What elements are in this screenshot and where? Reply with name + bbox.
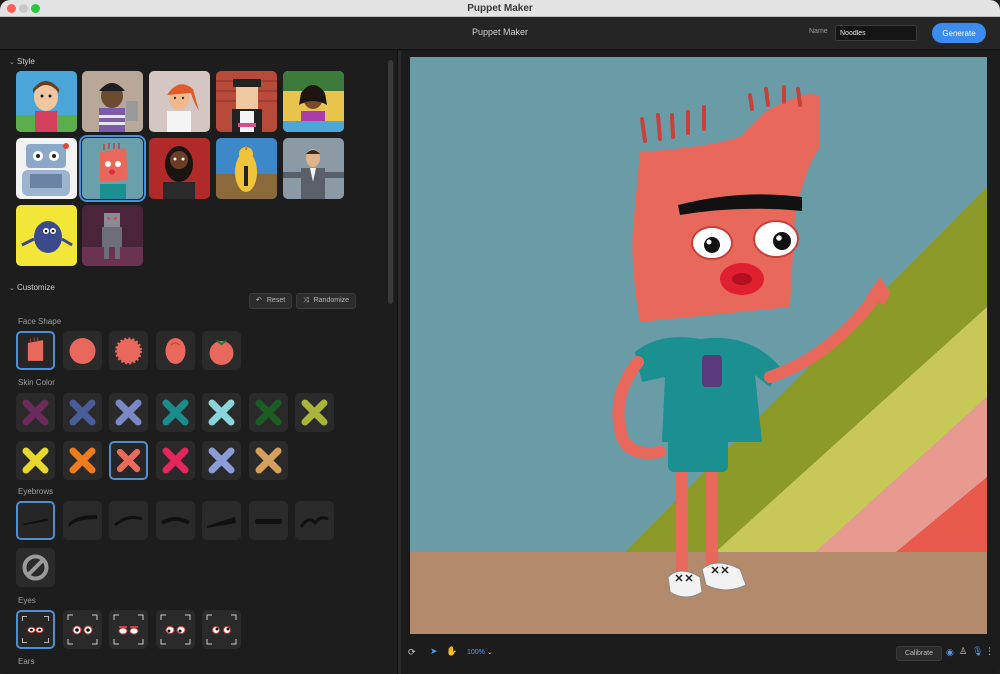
face-shape-option-tomato[interactable]: [202, 331, 241, 370]
title-bar: Puppet Maker: [0, 0, 1000, 17]
style-thumb-cartoon-boy[interactable]: [16, 71, 77, 132]
skin-color-swatch[interactable]: [109, 393, 148, 432]
name-label: Name: [809, 28, 828, 35]
style-thumb-blue-monster[interactable]: [16, 205, 77, 266]
skin-color-swatch[interactable]: [62, 393, 102, 432]
puppet-preview-canvas[interactable]: [410, 57, 987, 634]
eyes-option-1[interactable]: [16, 610, 55, 649]
style-thumb-redhead-woman[interactable]: [149, 71, 210, 132]
style-thumb-yellow-bird[interactable]: [216, 138, 277, 199]
zoom-dropdown[interactable]: 100% ⌄: [467, 648, 493, 656]
eyes-option-3[interactable]: [109, 610, 148, 649]
app-window: Puppet Maker Puppet Maker Name Generate …: [0, 0, 1000, 674]
eyebrow-option-4[interactable]: [156, 501, 195, 540]
chevron-down-icon: ⌄: [9, 59, 15, 66]
zoom-value: 100%: [467, 649, 485, 656]
app-header: Puppet Maker Name Generate: [0, 17, 1000, 50]
reset-label: Reset: [266, 297, 286, 304]
skin-color-swatch[interactable]: [109, 441, 148, 480]
customize-section-header[interactable]: ⌄ Customize: [9, 283, 55, 292]
style-thumb-robot[interactable]: [16, 138, 77, 199]
eyebrow-option-none[interactable]: [16, 548, 55, 587]
style-section-title: Style: [17, 57, 35, 66]
reset-button[interactable]: ↶ Reset: [249, 293, 293, 309]
randomize-button[interactable]: ⤨ Randomize: [296, 293, 357, 309]
face-shape-label: Face Shape: [18, 317, 62, 326]
eyes-option-2[interactable]: [63, 610, 102, 649]
eyebrow-option-5[interactable]: [202, 501, 241, 540]
eyebrows-label: Eyebrows: [18, 487, 54, 496]
face-shape-option-fuzzy[interactable]: [109, 331, 148, 370]
panel-divider[interactable]: [397, 51, 401, 674]
skin-color-swatch[interactable]: [16, 393, 55, 432]
eyes-option-4[interactable]: [156, 610, 195, 649]
style-thumb-sketch-kid[interactable]: [82, 71, 143, 132]
left-panel-scrollbar[interactable]: [388, 60, 393, 304]
shuffle-icon: ⤨: [303, 297, 309, 304]
skin-color-swatch[interactable]: [295, 393, 334, 432]
select-arrow-icon[interactable]: ➤: [430, 646, 438, 657]
hand-pan-icon[interactable]: ✋: [446, 646, 457, 657]
skin-color-swatch[interactable]: [16, 441, 55, 480]
style-thumb-illustrated-woman[interactable]: [283, 71, 344, 132]
eyebrow-option-7[interactable]: [295, 501, 334, 540]
undo-icon: ↶: [256, 297, 262, 304]
skin-color-swatch[interactable]: [155, 393, 195, 432]
skin-color-swatch[interactable]: [62, 441, 102, 480]
face-shape-option-square[interactable]: [16, 331, 55, 370]
window-title: Puppet Maker: [467, 3, 533, 14]
skin-color-label: Skin Color: [18, 378, 55, 387]
skin-color-swatch[interactable]: [202, 441, 241, 480]
style-thumb-noodles[interactable]: [79, 135, 146, 202]
more-options-icon[interactable]: ⋮: [985, 646, 994, 657]
skin-color-swatch[interactable]: [248, 441, 288, 480]
skin-color-swatch[interactable]: [155, 441, 195, 480]
refresh-icon[interactable]: ⟳: [408, 647, 416, 658]
eyebrow-option-2[interactable]: [63, 501, 102, 540]
body-tracking-icon[interactable]: ♙: [959, 646, 967, 657]
face-shape-option-oval[interactable]: [156, 331, 195, 370]
style-thumb-pixel-robot[interactable]: [82, 205, 143, 266]
face-shape-option-round[interactable]: [63, 331, 102, 370]
skin-color-swatch[interactable]: [248, 393, 288, 432]
ears-label: Ears: [18, 657, 35, 666]
randomize-label: Randomize: [313, 297, 350, 304]
eyebrow-option-1[interactable]: [16, 501, 55, 540]
style-thumb-bearded-man[interactable]: [149, 138, 210, 199]
calibrate-button[interactable]: Calibrate: [896, 646, 942, 661]
customize-section-title: Customize: [17, 283, 55, 292]
chevron-down-icon: ⌄: [486, 649, 493, 656]
name-input[interactable]: [835, 25, 917, 41]
eyes-label: Eyes: [18, 596, 36, 605]
microphone-icon[interactable]: 🎙: [972, 646, 983, 657]
webcam-icon[interactable]: ◉: [946, 647, 954, 658]
style-thumb-blocky-man[interactable]: [216, 71, 277, 132]
chevron-down-icon: ⌄: [9, 285, 15, 292]
eyebrow-option-6[interactable]: [249, 501, 288, 540]
style-thumb-business-man[interactable]: [283, 138, 344, 199]
eyes-option-5[interactable]: [202, 610, 241, 649]
style-section-header[interactable]: ⌄ Style: [9, 57, 35, 66]
skin-color-swatch[interactable]: [202, 393, 241, 432]
eyebrow-option-3[interactable]: [109, 501, 148, 540]
generate-button[interactable]: Generate: [932, 23, 986, 43]
